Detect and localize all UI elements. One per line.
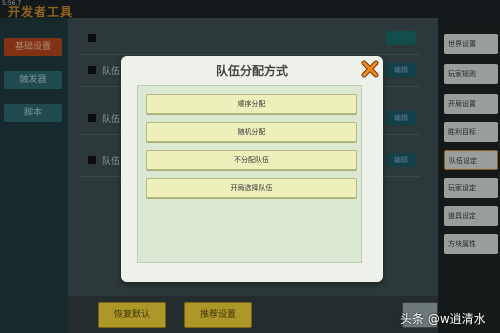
close-icon[interactable]	[361, 60, 379, 78]
option-random[interactable]: 随机分配	[146, 122, 357, 142]
dialog-title: 队伍分配方式	[215, 64, 288, 78]
options-panel: 顺序分配 随机分配 不分配队伍 开局选择队伍	[137, 85, 362, 263]
watermark: 头条 @w逍清水	[400, 312, 486, 326]
option-no-team[interactable]: 不分配队伍	[146, 150, 357, 170]
team-assignment-dialog: 队伍分配方式 顺序分配 随机分配 不分配队伍 开局选择队伍	[121, 56, 383, 282]
option-sequential[interactable]: 顺序分配	[146, 94, 357, 114]
option-choose-at-start[interactable]: 开局选择队伍	[146, 178, 357, 198]
